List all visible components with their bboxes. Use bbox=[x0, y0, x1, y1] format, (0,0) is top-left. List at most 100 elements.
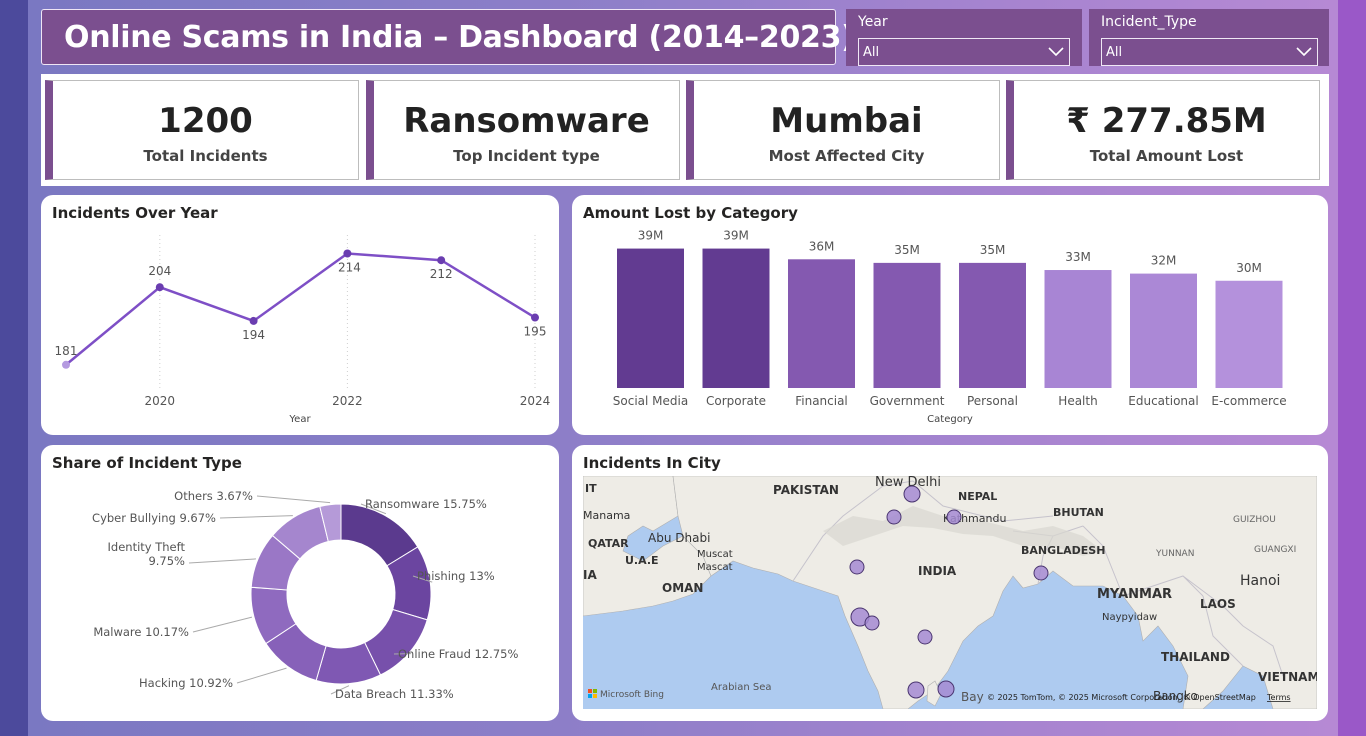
year-dropdown[interactable]: All bbox=[858, 38, 1070, 66]
city-bubble[interactable] bbox=[903, 485, 921, 503]
slice-label: Identity Theft bbox=[108, 540, 186, 554]
slice-label: Others 3.67% bbox=[174, 489, 253, 503]
map-canvas[interactable]: PAKISTAN New DelhiNEPALKathmandu BHUTANBAN… bbox=[583, 476, 1317, 709]
kpi-top-incident-type: Ransomware Top Incident type bbox=[366, 80, 680, 180]
map-place-label: Manama bbox=[583, 509, 630, 522]
slice-label: Online Fraud 12.75% bbox=[398, 647, 518, 661]
amount-lost-by-category-panel: Amount Lost by Category 39M Social Media 3… bbox=[572, 195, 1328, 435]
category-tick-label: Government bbox=[870, 394, 945, 408]
map-place-label: BANGLADESH bbox=[1021, 544, 1105, 557]
map-place-label: Naypyidaw bbox=[1102, 612, 1157, 623]
city-bubble[interactable] bbox=[1033, 565, 1049, 581]
map-place-label: U.A.E bbox=[625, 554, 659, 567]
data-label: 214 bbox=[338, 260, 361, 274]
data-point[interactable] bbox=[343, 249, 352, 258]
data-point[interactable] bbox=[437, 256, 446, 265]
data-point[interactable] bbox=[249, 316, 258, 325]
title-banner: Online Scams in India – Dashboard (2014–… bbox=[41, 9, 855, 65]
data-label: 195 bbox=[524, 325, 547, 339]
city-bubble[interactable] bbox=[917, 629, 933, 645]
city-bubble[interactable] bbox=[886, 509, 902, 525]
slice-label: Cyber Bullying 9.67% bbox=[92, 511, 216, 525]
map-place-label: GUIZHOU bbox=[1233, 515, 1276, 525]
slice-label: 9.75% bbox=[148, 554, 185, 568]
right-edge-strip bbox=[1338, 0, 1366, 736]
x-tick-label: 2022 bbox=[332, 394, 363, 408]
city-map[interactable]: PAKISTAN New Delhi NEPAL Kathmandu BHUTAN BAN… bbox=[583, 476, 1317, 709]
map-place-label: THAILAND bbox=[1161, 650, 1230, 664]
map-place-label: Abu Dhabi bbox=[648, 531, 710, 545]
map-place-label: VIETNAM bbox=[1258, 670, 1317, 684]
leader-line bbox=[236, 667, 287, 684]
map-place-label: IA bbox=[583, 568, 597, 582]
kpi-caption: Most Affected City bbox=[768, 147, 925, 165]
incident-type-slicer: Incident_Type All bbox=[1089, 9, 1329, 66]
bar[interactable] bbox=[1044, 270, 1112, 388]
bar[interactable] bbox=[788, 259, 855, 388]
city-bubble[interactable] bbox=[864, 615, 880, 631]
kpi-total-incidents: 1200 Total Incidents bbox=[45, 80, 359, 180]
bing-logo bbox=[588, 689, 597, 698]
bar[interactable] bbox=[702, 248, 770, 388]
bar[interactable] bbox=[617, 248, 684, 388]
category-tick-label: Educational bbox=[1128, 394, 1198, 408]
bar-data-label: 36M bbox=[809, 239, 835, 253]
map-place-label: Mascat bbox=[697, 562, 733, 573]
data-label: 181 bbox=[55, 344, 78, 358]
data-point[interactable] bbox=[62, 360, 70, 369]
kpi-caption: Top Incident type bbox=[453, 147, 600, 165]
bar-data-label: 35M bbox=[980, 243, 1006, 257]
incident-type-dropdown-value: All bbox=[1106, 44, 1123, 60]
x-tick-label: 2020 bbox=[145, 394, 176, 408]
map-place-label: OMAN bbox=[662, 581, 703, 595]
leader-line bbox=[192, 616, 253, 633]
map-terms-link[interactable]: Terms bbox=[1266, 693, 1291, 702]
category-tick-label: Corporate bbox=[706, 394, 766, 408]
bar[interactable] bbox=[1215, 280, 1283, 388]
kpi-total-amount-lost: ₹ 277.85M Total Amount Lost bbox=[1006, 80, 1320, 180]
data-label: 204 bbox=[148, 264, 171, 278]
data-point[interactable] bbox=[531, 313, 539, 322]
map-place-label: LAOS bbox=[1200, 597, 1236, 611]
kpi-value: 1200 bbox=[158, 101, 253, 141]
map-place-label: IT bbox=[585, 482, 597, 495]
bar[interactable] bbox=[959, 262, 1026, 388]
leader-line bbox=[188, 558, 256, 564]
line-chart: 2020 2022 2024 Year 181 204 194 214 212 195 bbox=[55, 235, 550, 425]
city-bubble[interactable] bbox=[907, 681, 925, 699]
chevron-down-icon bbox=[1048, 47, 1064, 57]
bar[interactable] bbox=[1130, 273, 1197, 388]
x-axis-title: Year bbox=[288, 414, 311, 425]
bar-chart: 39M Social Media 39M Corporate 36M Financial 3… bbox=[613, 229, 1287, 425]
share-of-incident-type-panel: Share of Incident Type Ransomware 15.75%… bbox=[41, 445, 559, 721]
bar[interactable] bbox=[873, 262, 941, 388]
series-line bbox=[65, 252, 536, 366]
page-title: Online Scams in India – Dashboard (2014–… bbox=[64, 19, 855, 55]
map-place-label: Arabian Sea bbox=[711, 682, 771, 693]
incident-type-dropdown[interactable]: All bbox=[1101, 38, 1318, 66]
city-bubble[interactable] bbox=[946, 509, 962, 525]
leader-line bbox=[256, 495, 331, 504]
slice-label: Data Breach 11.33% bbox=[335, 687, 454, 701]
city-bubble[interactable] bbox=[849, 559, 865, 575]
year-slicer: Year All bbox=[846, 9, 1082, 66]
kpi-row: 1200 Total Incidents Ransomware Top Inci… bbox=[41, 74, 1329, 186]
incidents-over-year-panel: Incidents Over Year 2020 2022 2024 Year 181 2… bbox=[41, 195, 559, 435]
bar-data-label: 39M bbox=[638, 229, 664, 243]
slice-label: Hacking 10.92% bbox=[139, 676, 233, 690]
bar-data-label: 30M bbox=[1236, 261, 1262, 275]
map-place-label: Bay bbox=[961, 690, 984, 704]
kpi-value: Mumbai bbox=[770, 101, 923, 141]
data-point[interactable] bbox=[155, 283, 164, 292]
bar-data-label: 33M bbox=[1065, 250, 1091, 264]
category-tick-label: Personal bbox=[967, 394, 1018, 408]
map-place-label: YUNNAN bbox=[1155, 549, 1194, 559]
donut-chart: Ransomware 15.75% Phishing 13% Online Frau… bbox=[92, 489, 518, 701]
slice-label: Ransomware 15.75% bbox=[365, 497, 487, 511]
year-slicer-label: Year bbox=[858, 14, 888, 30]
leader-line bbox=[219, 515, 293, 519]
category-tick-label: E-commerce bbox=[1211, 394, 1286, 408]
kpi-value: ₹ 277.85M bbox=[1066, 101, 1267, 141]
slice-label: Phishing 13% bbox=[417, 569, 495, 583]
city-bubble[interactable] bbox=[937, 680, 955, 698]
